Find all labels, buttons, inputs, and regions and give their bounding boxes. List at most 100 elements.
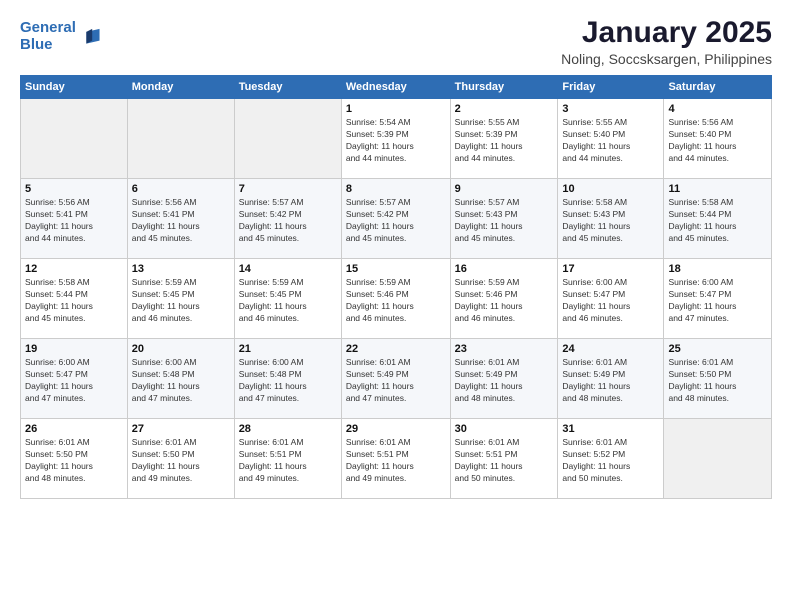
day-info: Sunrise: 6:00 AM Sunset: 5:48 PM Dayligh… <box>239 357 337 405</box>
weekday-header-friday: Friday <box>558 76 664 99</box>
day-info: Sunrise: 6:01 AM Sunset: 5:50 PM Dayligh… <box>668 357 767 405</box>
day-info: Sunrise: 5:56 AM Sunset: 5:41 PM Dayligh… <box>132 197 230 245</box>
day-number: 15 <box>346 263 446 275</box>
day-info: Sunrise: 5:55 AM Sunset: 5:39 PM Dayligh… <box>455 117 554 165</box>
header: GeneralBlue January 2025 Noling, Soccsks… <box>20 16 772 67</box>
day-info: Sunrise: 6:01 AM Sunset: 5:51 PM Dayligh… <box>455 437 554 485</box>
day-info: Sunrise: 6:01 AM Sunset: 5:50 PM Dayligh… <box>25 437 123 485</box>
calendar-cell: 28 Sunrise: 6:01 AM Sunset: 5:51 PM Dayli… <box>234 419 341 499</box>
calendar-week-1: 1 Sunrise: 5:54 AM Sunset: 5:39 PM Daylig… <box>21 99 772 179</box>
day-info: Sunrise: 5:59 AM Sunset: 5:45 PM Dayligh… <box>132 277 230 325</box>
day-number: 17 <box>562 263 659 275</box>
weekday-header-saturday: Saturday <box>664 76 772 99</box>
calendar-title: January 2025 <box>561 16 772 49</box>
calendar-cell: 2 Sunrise: 5:55 AM Sunset: 5:39 PM Daylig… <box>450 99 558 179</box>
weekday-header-row: SundayMondayTuesdayWednesdayThursdayFrid… <box>21 76 772 99</box>
day-number: 7 <box>239 183 337 195</box>
day-number: 2 <box>455 103 554 115</box>
calendar-cell: 19Sunrise: 6:00 AM Sunset: 5:47 PM Dayli… <box>21 339 128 419</box>
day-number: 10 <box>562 183 659 195</box>
calendar-cell: 18 Sunrise: 6:00 AM Sunset: 5:47 PM Dayli… <box>664 259 772 339</box>
calendar-cell <box>664 419 772 499</box>
day-info: Sunrise: 5:54 AM Sunset: 5:39 PM Dayligh… <box>346 117 446 165</box>
day-info: Sunrise: 5:56 AM Sunset: 5:40 PM Dayligh… <box>668 117 767 165</box>
calendar-cell: 17 Sunrise: 6:00 AM Sunset: 5:47 PM Dayli… <box>558 259 664 339</box>
day-info: Sunrise: 6:01 AM Sunset: 5:49 PM Dayligh… <box>562 357 659 405</box>
day-info: Sunrise: 6:01 AM Sunset: 5:51 PM Dayligh… <box>346 437 446 485</box>
day-number: 4 <box>668 103 767 115</box>
calendar-cell: 22Sunrise: 6:01 AM Sunset: 5:49 PM Dayli… <box>341 339 450 419</box>
calendar-cell: 10 Sunrise: 5:58 AM Sunset: 5:43 PM Dayli… <box>558 179 664 259</box>
day-info: Sunrise: 5:59 AM Sunset: 5:46 PM Dayligh… <box>346 277 446 325</box>
calendar-week-5: 26 Sunrise: 6:01 AM Sunset: 5:50 PM Dayli… <box>21 419 772 499</box>
day-number: 31 <box>562 423 659 435</box>
day-info: Sunrise: 5:55 AM Sunset: 5:40 PM Dayligh… <box>562 117 659 165</box>
day-number: 20 <box>132 343 230 355</box>
calendar-cell: 31 Sunrise: 6:01 AM Sunset: 5:52 PM Dayli… <box>558 419 664 499</box>
day-info: Sunrise: 6:00 AM Sunset: 5:47 PM Dayligh… <box>562 277 659 325</box>
day-number: 30 <box>455 423 554 435</box>
day-number: 27 <box>132 423 230 435</box>
day-number: 8 <box>346 183 446 195</box>
calendar-cell <box>127 99 234 179</box>
day-info: Sunrise: 5:59 AM Sunset: 5:46 PM Dayligh… <box>455 277 554 325</box>
day-info: Sunrise: 6:01 AM Sunset: 5:51 PM Dayligh… <box>239 437 337 485</box>
day-number: 18 <box>668 263 767 275</box>
day-number: 21 <box>239 343 337 355</box>
day-info: Sunrise: 5:57 AM Sunset: 5:42 PM Dayligh… <box>346 197 446 245</box>
weekday-header-thursday: Thursday <box>450 76 558 99</box>
day-info: Sunrise: 6:01 AM Sunset: 5:52 PM Dayligh… <box>562 437 659 485</box>
day-number: 16 <box>455 263 554 275</box>
day-number: 11 <box>668 183 767 195</box>
day-number: 6 <box>132 183 230 195</box>
calendar-week-3: 12Sunrise: 5:58 AM Sunset: 5:44 PM Dayli… <box>21 259 772 339</box>
day-number: 9 <box>455 183 554 195</box>
calendar-cell <box>234 99 341 179</box>
calendar-cell: 20 Sunrise: 6:00 AM Sunset: 5:48 PM Dayli… <box>127 339 234 419</box>
calendar-cell: 15 Sunrise: 5:59 AM Sunset: 5:46 PM Dayli… <box>341 259 450 339</box>
calendar-cell: 24 Sunrise: 6:01 AM Sunset: 5:49 PM Dayli… <box>558 339 664 419</box>
day-number: 24 <box>562 343 659 355</box>
title-block: January 2025 Noling, Soccsksargen, Phili… <box>561 16 772 67</box>
day-number: 22 <box>346 343 446 355</box>
day-info: Sunrise: 6:00 AM Sunset: 5:48 PM Dayligh… <box>132 357 230 405</box>
calendar-cell: 6 Sunrise: 5:56 AM Sunset: 5:41 PM Daylig… <box>127 179 234 259</box>
day-info: Sunrise: 6:01 AM Sunset: 5:50 PM Dayligh… <box>132 437 230 485</box>
calendar-cell: 16 Sunrise: 5:59 AM Sunset: 5:46 PM Dayli… <box>450 259 558 339</box>
logo-text: GeneralBlue <box>20 20 76 53</box>
calendar-cell: 3 Sunrise: 5:55 AM Sunset: 5:40 PM Daylig… <box>558 99 664 179</box>
calendar-cell: 26 Sunrise: 6:01 AM Sunset: 5:50 PM Dayli… <box>21 419 128 499</box>
day-info: Sunrise: 6:00 AM Sunset: 5:47 PM Dayligh… <box>668 277 767 325</box>
calendar-cell: 7 Sunrise: 5:57 AM Sunset: 5:42 PM Daylig… <box>234 179 341 259</box>
day-number: 25 <box>668 343 767 355</box>
day-number: 23 <box>455 343 554 355</box>
day-info: Sunrise: 5:57 AM Sunset: 5:43 PM Dayligh… <box>455 197 554 245</box>
calendar-cell: 4 Sunrise: 5:56 AM Sunset: 5:40 PM Daylig… <box>664 99 772 179</box>
calendar-cell: 21 Sunrise: 6:00 AM Sunset: 5:48 PM Dayli… <box>234 339 341 419</box>
day-info: Sunrise: 5:59 AM Sunset: 5:45 PM Dayligh… <box>239 277 337 325</box>
weekday-header-monday: Monday <box>127 76 234 99</box>
calendar-cell: 12Sunrise: 5:58 AM Sunset: 5:44 PM Dayli… <box>21 259 128 339</box>
day-number: 13 <box>132 263 230 275</box>
weekday-header-wednesday: Wednesday <box>341 76 450 99</box>
calendar-week-2: 5 Sunrise: 5:56 AM Sunset: 5:41 PM Daylig… <box>21 179 772 259</box>
calendar-cell: 29 Sunrise: 6:01 AM Sunset: 5:51 PM Dayli… <box>341 419 450 499</box>
day-number: 29 <box>346 423 446 435</box>
day-info: Sunrise: 5:57 AM Sunset: 5:42 PM Dayligh… <box>239 197 337 245</box>
calendar-cell: 1 Sunrise: 5:54 AM Sunset: 5:39 PM Daylig… <box>341 99 450 179</box>
logo-icon <box>79 26 101 48</box>
calendar-cell <box>21 99 128 179</box>
day-info: Sunrise: 5:58 AM Sunset: 5:43 PM Dayligh… <box>562 197 659 245</box>
day-number: 28 <box>239 423 337 435</box>
calendar-cell: 8 Sunrise: 5:57 AM Sunset: 5:42 PM Daylig… <box>341 179 450 259</box>
day-number: 26 <box>25 423 123 435</box>
day-number: 1 <box>346 103 446 115</box>
day-number: 5 <box>25 183 123 195</box>
calendar-cell: 27 Sunrise: 6:01 AM Sunset: 5:50 PM Dayli… <box>127 419 234 499</box>
calendar-cell: 13 Sunrise: 5:59 AM Sunset: 5:45 PM Dayli… <box>127 259 234 339</box>
logo: GeneralBlue <box>20 20 101 53</box>
calendar-cell: 9 Sunrise: 5:57 AM Sunset: 5:43 PM Daylig… <box>450 179 558 259</box>
calendar-cell: 23Sunrise: 6:01 AM Sunset: 5:49 PM Dayli… <box>450 339 558 419</box>
day-number: 3 <box>562 103 659 115</box>
day-number: 14 <box>239 263 337 275</box>
